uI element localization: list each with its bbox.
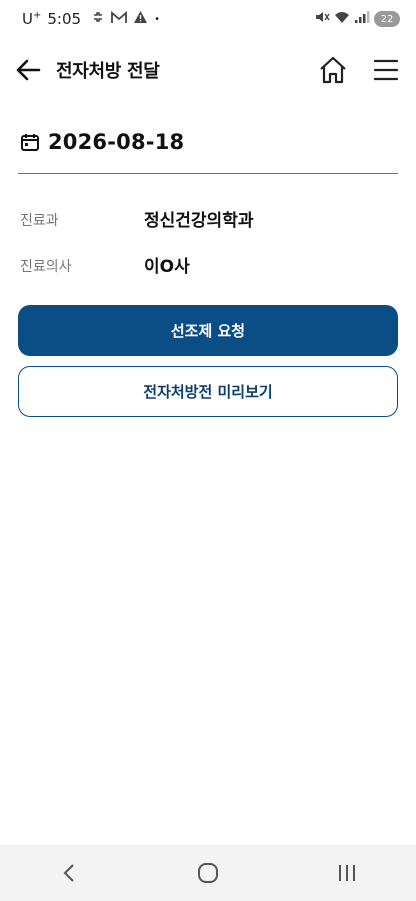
- divider: [18, 173, 398, 174]
- status-time: 5:05: [47, 10, 82, 28]
- screen: U+ 5:05 • 22 전자처방 전달 2026-08-18 진료과 정신건강…: [0, 0, 416, 901]
- circle-home-icon: [197, 863, 218, 883]
- carrier-label: U+: [22, 10, 42, 28]
- back-button[interactable]: [14, 57, 42, 83]
- status-dot: •: [154, 13, 160, 25]
- page-title: 전자처방 전달: [56, 61, 160, 82]
- nav-home-button[interactable]: [188, 853, 228, 893]
- wifi-icon: [334, 10, 350, 28]
- nav-back-button[interactable]: [49, 853, 89, 893]
- recents-icon: [338, 865, 355, 881]
- info-row-department: 진료과 정신건강의학과: [20, 206, 396, 234]
- doctor-label: 진료의사: [20, 259, 72, 275]
- status-bar: U+ 5:05 • 22: [0, 0, 416, 38]
- department-value: 정신건강의학과: [144, 211, 254, 231]
- home-icon: [320, 56, 346, 84]
- home-button[interactable]: [317, 54, 349, 86]
- prescription-preview-button[interactable]: 전자처방전 미리보기: [18, 366, 398, 417]
- signal-icon: [354, 10, 370, 28]
- gmail-icon: [111, 10, 127, 28]
- doctor-value: 이O사: [144, 257, 190, 277]
- info-row-doctor: 진료의사 이O사: [20, 252, 396, 280]
- chevron-left-icon: [63, 864, 75, 882]
- battery-indicator: 22: [374, 11, 400, 27]
- menu-button[interactable]: [372, 56, 400, 84]
- status-bar-left: U+ 5:05 •: [22, 10, 160, 28]
- department-label: 진료과: [20, 213, 59, 229]
- system-nav-bar: [0, 845, 416, 901]
- app-header: 전자처방 전달: [0, 48, 416, 92]
- warning-icon: [133, 10, 148, 28]
- nav-recents-button[interactable]: [327, 853, 367, 893]
- date-row: 2026-08-18: [20, 126, 396, 158]
- prescription-date: 2026-08-18: [48, 130, 185, 154]
- link-icon: [91, 10, 105, 28]
- hamburger-menu-icon: [373, 59, 399, 81]
- status-bar-right: 22: [314, 10, 400, 28]
- mute-icon: [314, 10, 330, 28]
- calendar-icon: [21, 134, 39, 151]
- pre-dispense-request-button[interactable]: 선조제 요청: [18, 305, 398, 356]
- back-arrow-icon: [16, 59, 41, 81]
